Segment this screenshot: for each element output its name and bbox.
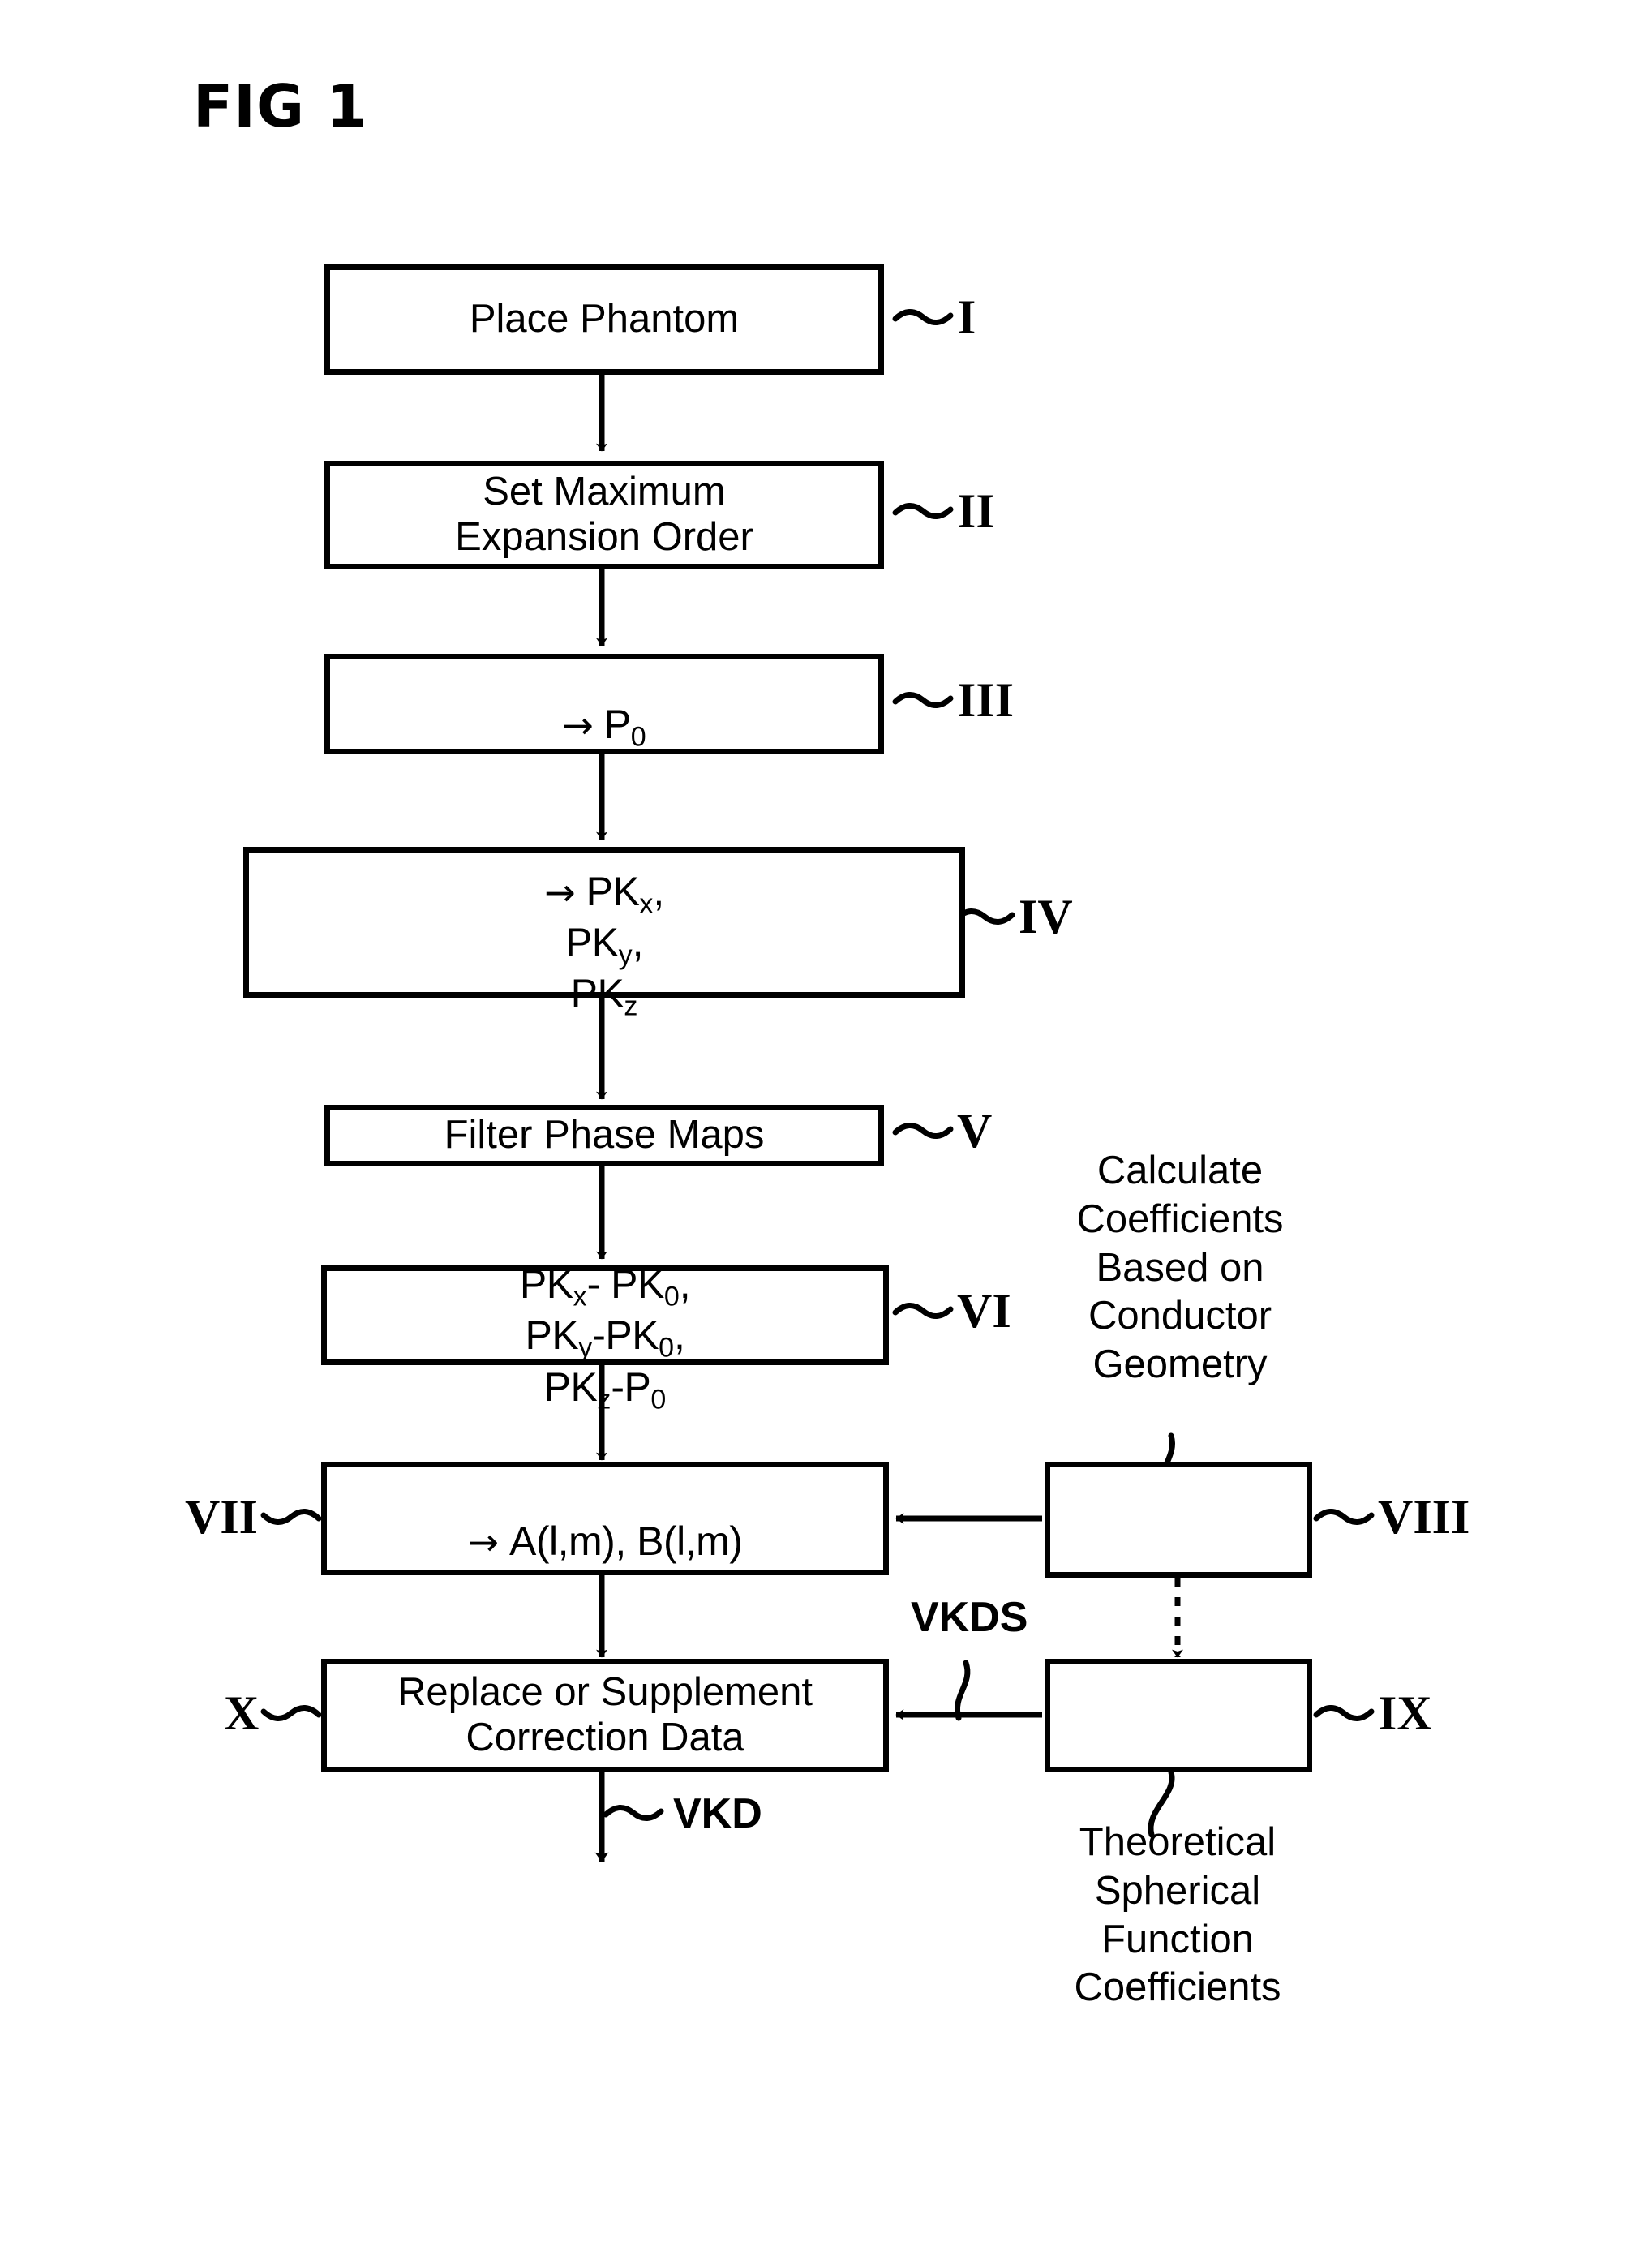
ref-label-vii: VII: [185, 1490, 259, 1544]
process-box-viii[interactable]: [1045, 1462, 1312, 1578]
process-box-ii-label: Set Maximum Expansion Order: [455, 470, 753, 559]
process-box-ix[interactable]: [1045, 1659, 1312, 1772]
ref-label-iii: III: [957, 673, 1015, 727]
process-box-vii-label: → A(l,m), B(l,m): [460, 1472, 751, 1565]
vi-t2-right-base: PK: [605, 1312, 659, 1359]
process-box-vi[interactable]: PKx- PK0, PKy-PK0, PKz-P0: [321, 1261, 889, 1415]
process-box-x[interactable]: Replace or Supplement Correction Data: [321, 1659, 889, 1772]
leader-vkds: [955, 1660, 971, 1721]
figure-title: FIG 1: [193, 72, 368, 140]
vi-t1-right-sub: 0: [663, 1281, 680, 1312]
rightwards-arrow-icon: →: [467, 1520, 500, 1564]
ref-label-i: I: [957, 290, 976, 344]
process-box-ii[interactable]: Set Maximum Expansion Order: [324, 461, 884, 569]
process-box-v-label: Filter Phase Maps: [444, 1113, 765, 1158]
leader-ii: [892, 503, 954, 519]
leader-iii: [892, 692, 954, 708]
pk-z-sub: z: [624, 990, 638, 1022]
vi-t2-op: -: [592, 1312, 606, 1359]
ref-label-ii: II: [957, 484, 995, 538]
process-box-iv[interactable]: → PKx, PKy, PKz: [243, 847, 965, 1022]
leader-iv: [954, 908, 1015, 925]
vi-t1-op: -: [586, 1261, 611, 1308]
process-box-i[interactable]: Place Phantom: [324, 264, 884, 375]
ref-label-v: V: [957, 1104, 993, 1158]
process-box-x-label: Replace or Supplement Correction Data: [397, 1670, 813, 1759]
process-box-iii-label: → P0: [554, 655, 654, 753]
pk-y-base: PK: [564, 919, 619, 965]
figure-canvas: FIG 1 Place Phantom Set Maximum Expansio…: [0, 0, 1652, 2255]
annotation-spherical-coefficients: Theoretical Spherical Function Coefficie…: [1074, 1820, 1281, 2010]
vi-t3-right-base: P: [624, 1364, 651, 1410]
leader-v: [892, 1123, 954, 1139]
process-box-iii[interactable]: → P0: [324, 654, 884, 754]
vi-t1-right-base: PK: [611, 1261, 664, 1308]
rightwards-arrow-icon: →: [562, 702, 594, 747]
process-box-vii[interactable]: → A(l,m), B(l,m): [321, 1462, 889, 1575]
formula-p-base: P: [603, 701, 631, 747]
process-box-vi-label: PKx- PK0, PKy-PK0, PKz-P0: [519, 1261, 691, 1415]
vi-t2-left-base: PK: [525, 1312, 579, 1359]
leader-vii: [260, 1509, 322, 1525]
ref-label-iv: IV: [1019, 890, 1073, 943]
pk-x-base: PK: [586, 868, 640, 914]
vi-t1-left-sub: x: [573, 1281, 587, 1312]
rightwards-arrow-icon: →: [544, 870, 576, 914]
leader-vi: [892, 1303, 954, 1319]
process-box-v[interactable]: Filter Phase Maps: [324, 1105, 884, 1166]
pk-y-sub: y: [618, 939, 633, 971]
process-box-iv-label: → PKx, PKy, PKz: [544, 868, 664, 1022]
vi-t2-left-sub: y: [578, 1332, 593, 1364]
process-box-i-label: Place Phantom: [469, 297, 740, 341]
leader-i: [892, 309, 954, 325]
leader-x: [260, 1705, 322, 1721]
annotation-conductor-geometry: Calculate Coefficients Based on Conducto…: [1076, 1149, 1284, 1387]
signal-tag-vkds: VKDS: [911, 1594, 1028, 1641]
ref-label-vi: VI: [957, 1284, 1011, 1338]
vi-t2-right-sub: 0: [659, 1332, 675, 1364]
vi-t3-right-sub: 0: [650, 1384, 667, 1415]
leader-vkd: [603, 1805, 664, 1821]
leader-ix: [1313, 1705, 1375, 1721]
ref-label-viii: VIII: [1378, 1490, 1470, 1544]
formula-p-sub: 0: [630, 721, 646, 753]
vi-t3-left-base: PK: [543, 1364, 598, 1410]
formula-ab-lm: A(l,m), B(l,m): [509, 1518, 743, 1564]
leader-viii: [1313, 1509, 1375, 1525]
signal-tag-vkd: VKD: [673, 1790, 762, 1837]
vi-t3-op: -: [611, 1364, 624, 1410]
vi-t1-left-base: PK: [519, 1261, 573, 1308]
ref-label-x: X: [224, 1686, 260, 1740]
pk-z-base: PK: [570, 971, 624, 1017]
pk-x-sub: x: [639, 888, 654, 920]
vi-t3-left-sub: z: [597, 1384, 611, 1415]
ref-label-ix: IX: [1378, 1686, 1432, 1740]
